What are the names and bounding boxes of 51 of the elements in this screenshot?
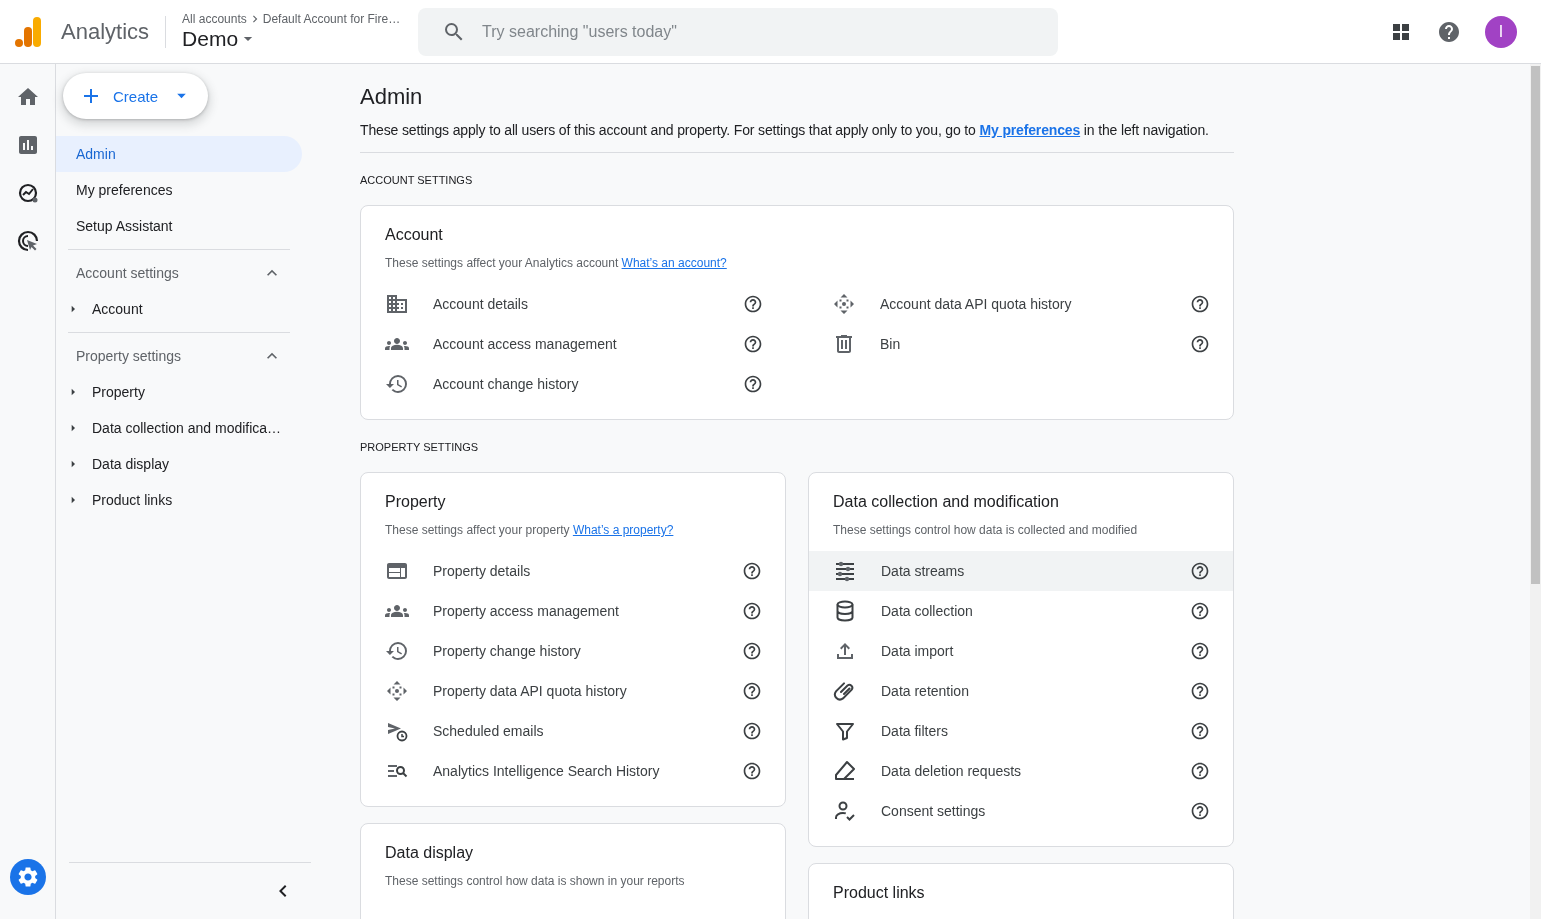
preferences-link[interactable]: My preferences	[979, 122, 1081, 138]
nav-item[interactable]: Admin	[56, 136, 302, 172]
settings-item[interactable]: Account change history	[361, 364, 786, 404]
card-description: These settings control how data is collected and modified	[833, 523, 1139, 537]
card-title: Data collection and modification	[833, 493, 1060, 511]
avatar[interactable]: I	[1485, 15, 1517, 48]
page-description: These settings apply to all users of this account and property. For settings that apply only to you, go to My preferences in the left navigation.	[360, 122, 1210, 138]
nav-item[interactable]: Property	[56, 374, 302, 410]
nav-item[interactable]: Data collection and modifica…	[56, 410, 302, 446]
card-title: Property	[385, 493, 447, 511]
settings-item[interactable]: Data streams	[809, 551, 1233, 591]
card-title: Product links	[833, 884, 926, 902]
settings-item[interactable]: Consent settings	[809, 791, 1233, 831]
card-description: These settings affect your property What’s a property?	[385, 523, 675, 537]
settings-item[interactable]: Data collection	[809, 591, 1233, 631]
product-name: Analytics	[61, 18, 150, 45]
settings-item[interactable]: Bin	[808, 324, 1233, 364]
search-field[interactable]: Try searching "users today"	[418, 7, 1059, 56]
help-link[interactable]: What’s a property?	[572, 523, 674, 537]
nav-item[interactable]: Account	[56, 291, 302, 327]
nav-item[interactable]: My preferences	[56, 172, 302, 208]
settings-item[interactable]: Data retention	[809, 671, 1233, 711]
card-title: Data display	[385, 844, 475, 862]
breadcrumb-link[interactable]: Default Account for Fire…	[262, 12, 401, 26]
section-heading: ACCOUNT SETTINGS	[360, 174, 474, 186]
section-heading: PROPERTY SETTINGS	[360, 441, 480, 453]
card-description: These settings control how data is shown in your reports	[385, 874, 686, 888]
settings-item[interactable]: Data filters	[809, 711, 1233, 751]
settings-item[interactable]: Property details	[361, 551, 785, 591]
nav-item[interactable]: Setup Assistant	[56, 208, 302, 244]
section-toggle[interactable]: Property settings	[56, 338, 302, 374]
breadcrumb-link[interactable]: All accounts	[182, 12, 247, 26]
nav-item[interactable]: Data display	[56, 446, 302, 482]
help-link[interactable]: What’s an account?	[621, 256, 727, 270]
settings-item[interactable]: Data deletion requests	[809, 751, 1233, 791]
page-title: Admin	[360, 84, 424, 110]
nav-item[interactable]: Product links	[56, 482, 302, 518]
create-button[interactable]: Create	[63, 73, 208, 119]
settings-item[interactable]: Property access management	[361, 591, 785, 631]
settings-item[interactable]: Analytics Intelligence Search History	[361, 751, 785, 791]
property-selector[interactable]: Demo	[182, 27, 254, 51]
settings-item[interactable]: Property data API quota history	[361, 671, 785, 711]
section-toggle[interactable]: Account settings	[56, 255, 302, 291]
settings-item[interactable]: Account access management	[361, 324, 786, 364]
settings-item[interactable]: Data import	[809, 631, 1233, 671]
settings-item[interactable]: Account data API quota history	[808, 284, 1233, 324]
card-description: These settings affect your Analytics account What’s an account?	[385, 256, 728, 270]
settings-item[interactable]: Property change history	[361, 631, 785, 671]
card-title: Account	[385, 226, 444, 244]
settings-item[interactable]: Scheduled emails	[361, 711, 785, 751]
settings-item[interactable]: Account details	[361, 284, 786, 324]
